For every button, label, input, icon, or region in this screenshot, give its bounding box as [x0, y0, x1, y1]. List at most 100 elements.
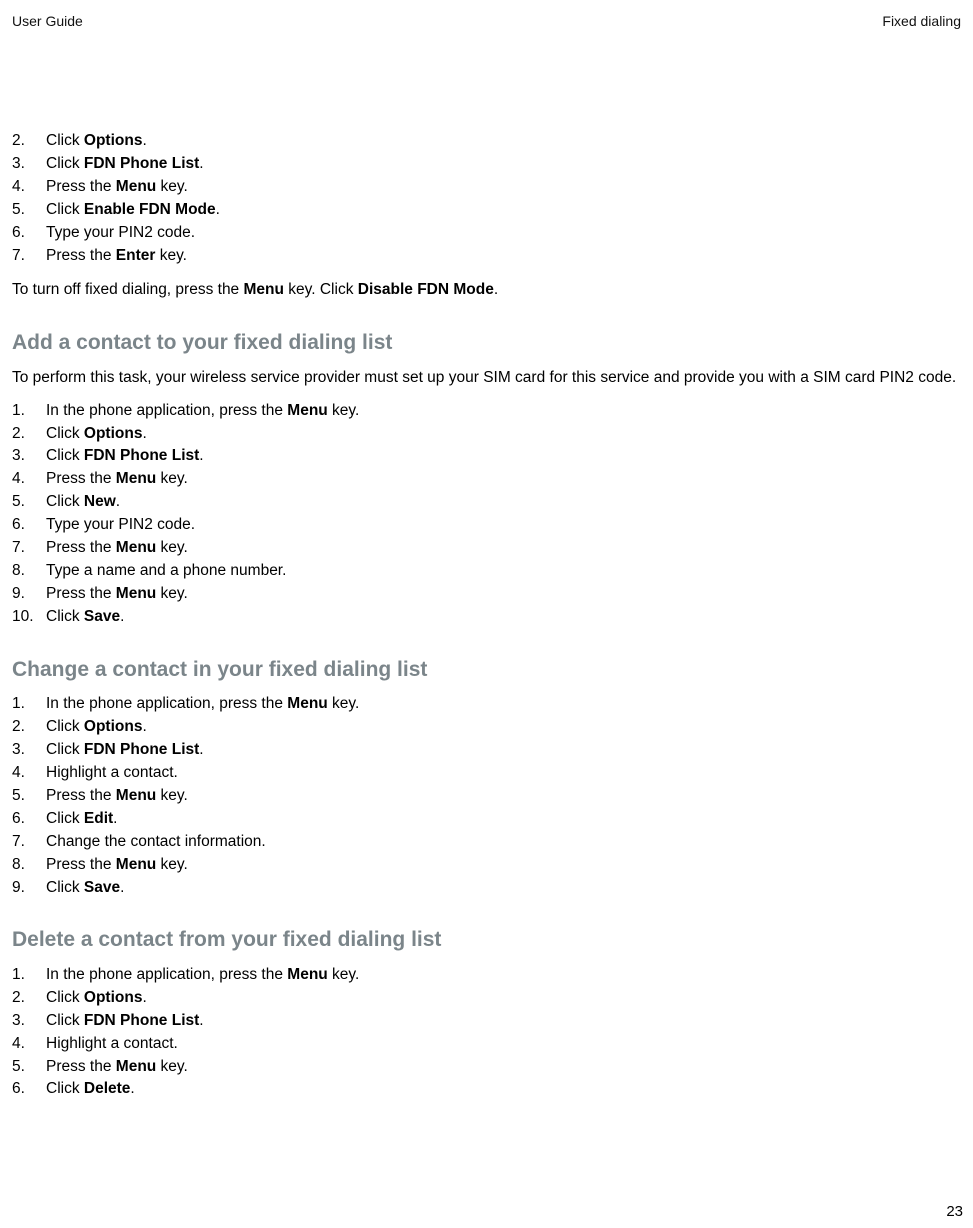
step-text-post: key. [328, 966, 360, 983]
page-content: Click Options.Click FDN Phone List.Press… [8, 131, 965, 1100]
step-item: Type your PIN2 code. [12, 515, 961, 536]
step-item: In the phone application, press the Menu… [12, 965, 961, 986]
step-text-post: . [142, 425, 146, 442]
note-text-3: . [494, 281, 498, 298]
step-item: Press the Menu key. [12, 177, 961, 198]
step-text-post: . [142, 718, 146, 735]
step-text-bold: Menu [287, 695, 327, 712]
step-item: Click Options. [12, 988, 961, 1009]
step-text-bold: Save [84, 608, 120, 625]
step-text-post: . [120, 608, 124, 625]
step-item: Press the Menu key. [12, 584, 961, 605]
step-text-bold: FDN Phone List [84, 447, 199, 464]
step-text-pre: Click [46, 425, 84, 442]
note-text: To turn off fixed dialing, press the [12, 281, 244, 298]
step-text-post: . [142, 989, 146, 1006]
step-text-post: key. [156, 856, 188, 873]
step-text-post: . [199, 741, 203, 758]
step-text-bold: Menu [287, 402, 327, 419]
intro-add: To perform this task, your wireless serv… [12, 368, 961, 389]
step-text-pre: In the phone application, press the [46, 402, 287, 419]
step-text-bold: Enable FDN Mode [84, 201, 216, 218]
step-text-post: key. [328, 695, 360, 712]
step-item: Press the Menu key. [12, 538, 961, 559]
step-text-bold: Edit [84, 810, 113, 827]
step-text-pre: Press the [46, 585, 116, 602]
step-text-bold: Menu [116, 787, 156, 804]
step-text-pre: Press the [46, 787, 116, 804]
steps-top: Click Options.Click FDN Phone List.Press… [12, 131, 961, 267]
note-text-2: key. Click [284, 281, 358, 298]
page: User Guide Fixed dialing Click Options.C… [0, 0, 973, 1228]
step-text-pre: Press the [46, 247, 116, 264]
step-text-pre: Click [46, 201, 84, 218]
step-text-post: key. [156, 585, 188, 602]
step-text-post: key. [156, 787, 188, 804]
step-text-bold: Menu [116, 585, 156, 602]
heading-delete: Delete a contact from your fixed dialing… [12, 926, 961, 954]
heading-add: Add a contact to your fixed dialing list [12, 329, 961, 357]
step-text-bold: Enter [116, 247, 156, 264]
step-text-pre: Click [46, 132, 84, 149]
step-item: Type your PIN2 code. [12, 223, 961, 244]
steps-delete: In the phone application, press the Menu… [12, 965, 961, 1101]
step-text-post: . [216, 201, 220, 218]
step-text-bold: New [84, 493, 116, 510]
step-item: Click Delete. [12, 1079, 961, 1100]
step-text-post: key. [156, 178, 188, 195]
step-text-pre: Type your PIN2 code. [46, 516, 195, 533]
steps-add: In the phone application, press the Menu… [12, 401, 961, 628]
step-item: Press the Menu key. [12, 1057, 961, 1078]
step-text-post: . [199, 155, 203, 172]
step-text-bold: Menu [287, 966, 327, 983]
step-item: Press the Menu key. [12, 786, 961, 807]
heading-change: Change a contact in your fixed dialing l… [12, 656, 961, 684]
steps-change: In the phone application, press the Menu… [12, 694, 961, 898]
step-item: Type a name and a phone number. [12, 561, 961, 582]
step-item: Change the contact information. [12, 832, 961, 853]
step-item: Click New. [12, 492, 961, 513]
step-text-bold: Menu [116, 856, 156, 873]
step-text-pre: Type a name and a phone number. [46, 562, 286, 579]
step-text-pre: Press the [46, 178, 116, 195]
step-item: Click Options. [12, 424, 961, 445]
step-text-post: key. [156, 539, 188, 556]
step-item: Click FDN Phone List. [12, 154, 961, 175]
step-text-post: . [130, 1080, 134, 1097]
step-text-post: key. [328, 402, 360, 419]
header-left: User Guide [12, 12, 83, 31]
step-item: Click FDN Phone List. [12, 446, 961, 467]
step-item: Click FDN Phone List. [12, 1011, 961, 1032]
step-text-pre: Click [46, 1012, 84, 1029]
step-item: Press the Menu key. [12, 469, 961, 490]
step-item: Highlight a contact. [12, 1034, 961, 1055]
step-text-post: . [116, 493, 120, 510]
step-text-pre: Type your PIN2 code. [46, 224, 195, 241]
step-text-pre: Highlight a contact. [46, 1035, 178, 1052]
step-text-bold: FDN Phone List [84, 741, 199, 758]
step-text-post: . [120, 879, 124, 896]
step-text-bold: Menu [116, 178, 156, 195]
step-text-pre: Highlight a contact. [46, 764, 178, 781]
step-item: In the phone application, press the Menu… [12, 694, 961, 715]
step-text-post: key. [156, 1058, 188, 1075]
step-text-pre: Click [46, 741, 84, 758]
step-item: Click Save. [12, 878, 961, 899]
page-header: User Guide Fixed dialing [8, 12, 965, 31]
step-item: Press the Menu key. [12, 855, 961, 876]
step-text-bold: Options [84, 718, 143, 735]
step-text-pre: Click [46, 810, 84, 827]
step-text-post: . [113, 810, 117, 827]
step-item: Click Options. [12, 131, 961, 152]
note-bold-2: Disable FDN Mode [358, 281, 494, 298]
step-item: Click Enable FDN Mode. [12, 200, 961, 221]
step-text-pre: Click [46, 1080, 84, 1097]
step-text-pre: Click [46, 989, 84, 1006]
step-text-pre: Change the contact information. [46, 833, 266, 850]
step-text-pre: Click [46, 155, 84, 172]
step-text-post: . [199, 447, 203, 464]
step-text-pre: Click [46, 718, 84, 735]
step-item: Highlight a contact. [12, 763, 961, 784]
step-text-pre: Click [46, 447, 84, 464]
step-text-bold: FDN Phone List [84, 155, 199, 172]
